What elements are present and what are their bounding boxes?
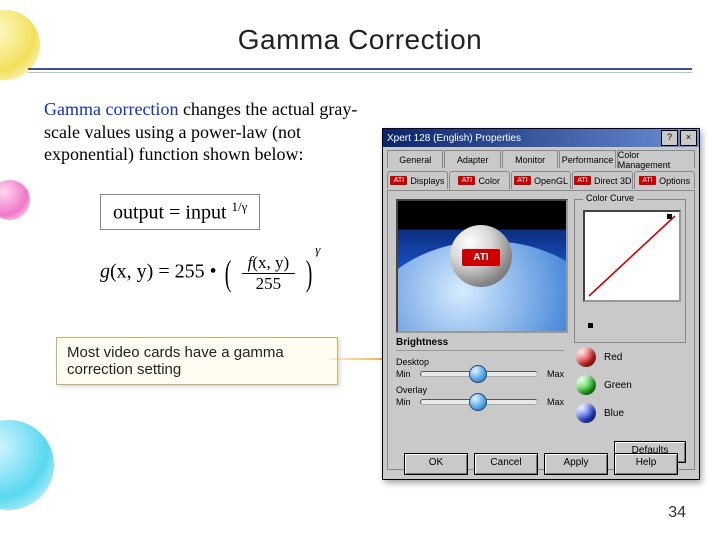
rgb-channel-list: Red Green Blue bbox=[576, 347, 686, 431]
tab-color-management[interactable]: Color Management bbox=[617, 150, 695, 168]
ati-badge-icon: ATI bbox=[514, 176, 531, 185]
channel-green[interactable]: Green bbox=[576, 375, 686, 395]
ati-badge-icon: ATI bbox=[390, 176, 407, 185]
slide-accent bbox=[0, 0, 32, 540]
color-curve-label: Color Curve bbox=[583, 193, 637, 203]
ok-button[interactable]: OK bbox=[404, 453, 468, 475]
cancel-button[interactable]: Cancel bbox=[474, 453, 538, 475]
page-number: 34 bbox=[668, 504, 686, 522]
ati-badge-icon: ATI bbox=[639, 176, 656, 185]
blue-ball-icon bbox=[576, 403, 596, 423]
properties-dialog: Xpert 128 (English) Properties ? × Gener… bbox=[382, 128, 700, 480]
help-button[interactable]: Help bbox=[614, 453, 678, 475]
ati-badge-icon: ATI bbox=[458, 176, 475, 185]
dialog-panel: ATI Color Curve Red Green bbox=[387, 190, 695, 470]
intro-term: Gamma correction bbox=[44, 99, 178, 119]
tab-row-1: General Adapter Monitor Performance Colo… bbox=[383, 147, 699, 168]
green-ball-icon bbox=[576, 375, 596, 395]
brightness-label: Brightness bbox=[396, 337, 564, 351]
curve-line-icon bbox=[585, 212, 679, 300]
ati-badge-icon: ATI bbox=[574, 176, 591, 185]
equation: g(x, y) = 255 • ( f(x, y) 255 )γ bbox=[100, 252, 320, 294]
page-title: Gamma Correction bbox=[0, 24, 720, 56]
close-button[interactable]: × bbox=[680, 130, 697, 146]
channel-blue[interactable]: Blue bbox=[576, 403, 686, 423]
brightness-group: Brightness Desktop Min Max Overlay Min M… bbox=[396, 337, 564, 413]
tab-options[interactable]: ATIOptions bbox=[634, 171, 695, 189]
dialog-titlebar[interactable]: Xpert 128 (English) Properties ? × bbox=[383, 129, 699, 147]
curve-handle-end[interactable] bbox=[667, 214, 672, 219]
help-button[interactable]: ? bbox=[661, 130, 678, 146]
tab-opengl[interactable]: ATIOpenGL bbox=[511, 171, 572, 189]
apply-button[interactable]: Apply bbox=[544, 453, 608, 475]
preview-sphere-icon: ATI bbox=[450, 225, 512, 287]
tab-performance[interactable]: Performance bbox=[559, 150, 615, 168]
slider-thumb[interactable] bbox=[469, 365, 487, 383]
channel-red[interactable]: Red bbox=[576, 347, 686, 367]
overlay-brightness-slider[interactable] bbox=[420, 399, 538, 405]
tab-displays[interactable]: ATIDisplays bbox=[387, 171, 448, 189]
formula-box: output = input 1/γ bbox=[100, 194, 260, 230]
tab-monitor[interactable]: Monitor bbox=[502, 150, 558, 168]
intro-text: Gamma correction changes the actual gray… bbox=[44, 98, 364, 166]
tab-color[interactable]: ATIColor bbox=[449, 171, 510, 190]
tab-adapter[interactable]: Adapter bbox=[444, 150, 500, 168]
desktop-brightness-slider[interactable] bbox=[420, 371, 538, 377]
dialog-button-row: OK Cancel Apply Help bbox=[383, 453, 699, 475]
color-curve-graph[interactable] bbox=[583, 210, 681, 302]
color-preview: ATI bbox=[396, 199, 568, 333]
dialog-title: Xpert 128 (English) Properties bbox=[387, 133, 659, 144]
slider-thumb[interactable] bbox=[469, 393, 487, 411]
tab-row-2: ATIDisplays ATIColor ATIOpenGL ATIDirect… bbox=[383, 168, 699, 190]
ati-logo-icon: ATI bbox=[462, 249, 500, 266]
tab-general[interactable]: General bbox=[387, 150, 443, 168]
curve-handle-start[interactable] bbox=[588, 323, 593, 328]
red-ball-icon bbox=[576, 347, 596, 367]
tab-direct3d[interactable]: ATIDirect 3D bbox=[572, 171, 633, 189]
caption-box: Most video cards have a gamma correction… bbox=[56, 337, 338, 385]
color-curve-group: Color Curve bbox=[574, 199, 686, 343]
caption-arrow-icon bbox=[330, 358, 386, 360]
